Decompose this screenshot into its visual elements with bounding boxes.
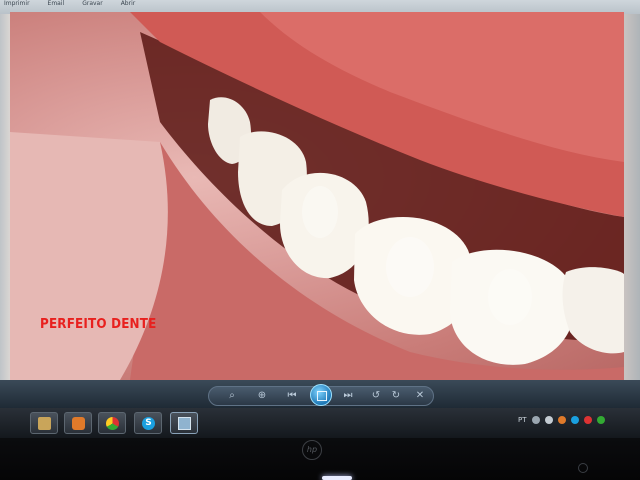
taskbar-photo-viewer[interactable] <box>170 412 198 434</box>
power-button-icon[interactable] <box>578 463 588 473</box>
menu-print[interactable]: Imprimir <box>4 0 30 8</box>
photo-viewer-icon <box>178 417 191 430</box>
network-icon[interactable] <box>531 416 540 424</box>
menu-items: Imprimir Email Gravar Abrir <box>4 0 135 8</box>
taskbar-folder[interactable] <box>30 412 58 434</box>
volume-icon[interactable] <box>544 416 553 424</box>
skype-icon: S <box>142 417 155 430</box>
photo-caption: PERFEITO DENTE <box>40 317 157 332</box>
chrome-icon <box>106 417 119 430</box>
folder-icon <box>38 417 51 430</box>
previous-icon[interactable]: ⏮ <box>284 389 300 403</box>
fit-icon[interactable]: ⊕ <box>254 389 270 403</box>
taskbar-skype[interactable]: S <box>134 412 162 434</box>
menu-email[interactable]: Email <box>48 0 65 8</box>
taskbar-media-player[interactable] <box>64 412 92 434</box>
system-tray: PT <box>518 412 605 428</box>
rotate-left-icon[interactable]: ↺ <box>368 389 384 403</box>
next-icon[interactable]: ⏭ <box>340 389 356 403</box>
hp-logo-icon: hp <box>302 440 322 460</box>
delete-icon[interactable]: ✕ <box>412 389 428 403</box>
taskbar-chrome[interactable] <box>98 412 126 434</box>
menu-open[interactable]: Abrir <box>121 0 136 8</box>
language-indicator[interactable]: PT <box>518 416 527 424</box>
window-right-edge <box>624 14 640 380</box>
menu-burn[interactable]: Gravar <box>82 0 103 8</box>
tray-app-icon[interactable] <box>557 416 566 424</box>
power-led-icon <box>322 476 352 480</box>
tray-chrome-icon[interactable] <box>583 416 592 424</box>
slideshow-icon[interactable] <box>310 384 332 406</box>
zoom-icon[interactable]: ⌕ <box>224 389 240 403</box>
tray-antivirus-icon[interactable] <box>596 416 605 424</box>
tray-skype-icon[interactable] <box>570 416 579 424</box>
window-left-edge <box>0 14 10 380</box>
media-player-icon <box>72 417 85 430</box>
rotate-right-icon[interactable]: ↻ <box>388 389 404 403</box>
displayed-photo: PERFEITO DENTE <box>10 12 624 380</box>
